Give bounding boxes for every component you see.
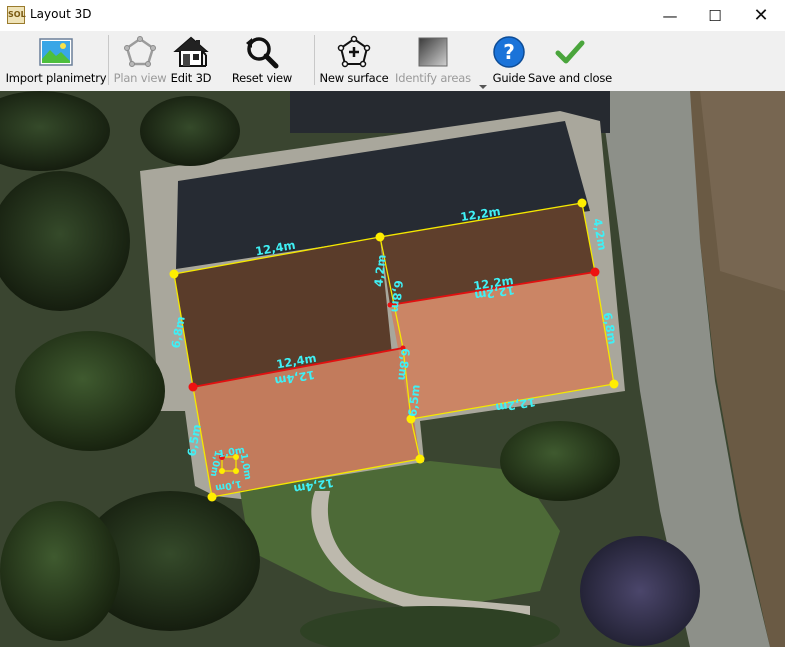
identify-areas-button[interactable]: Identify areas bbox=[395, 31, 471, 89]
toolbar-separator bbox=[108, 35, 109, 85]
checkmark-icon bbox=[552, 34, 588, 70]
edit-3d-label: Edit 3D bbox=[170, 71, 212, 85]
tree bbox=[0, 501, 120, 641]
plan-view-button[interactable]: Plan view bbox=[113, 31, 167, 89]
import-planimetry-label: Import planimetry bbox=[5, 71, 107, 85]
svg-text:?: ? bbox=[503, 40, 515, 64]
tree bbox=[500, 421, 620, 501]
toolbar-separator bbox=[314, 35, 315, 85]
reset-view-button[interactable]: Reset view bbox=[228, 31, 296, 89]
tree bbox=[15, 331, 165, 451]
new-surface-button[interactable]: New surface bbox=[319, 31, 389, 89]
save-and-close-label: Save and close bbox=[528, 71, 612, 85]
minimize-button[interactable]: — bbox=[647, 0, 693, 31]
window-title: Layout 3D bbox=[30, 7, 92, 21]
guide-label: Guide bbox=[492, 71, 526, 85]
tree bbox=[140, 96, 240, 166]
identify-areas-dropdown-icon[interactable] bbox=[479, 85, 487, 89]
aerial-map[interactable]: 12,4m 6,8m 4,2m 12,4m 12,4m 6,5m 6,8m 12… bbox=[0, 91, 785, 647]
polygon-add-icon bbox=[336, 34, 372, 70]
plan-view-label: Plan view bbox=[113, 71, 167, 85]
edit-3d-button[interactable]: Edit 3D bbox=[168, 31, 214, 89]
guide-button[interactable]: ? Guide bbox=[490, 31, 528, 89]
app-logo-icon: SOL bbox=[7, 6, 26, 24]
new-surface-label: New surface bbox=[319, 71, 389, 85]
gradient-square-icon bbox=[415, 34, 451, 70]
image-icon bbox=[38, 34, 74, 70]
tree bbox=[580, 536, 700, 646]
help-icon: ? bbox=[491, 34, 527, 70]
pentagon-icon bbox=[122, 34, 158, 70]
magnifier-reset-icon bbox=[244, 34, 280, 70]
layout-canvas[interactable]: 12,4m 6,8m 4,2m 12,4m 12,4m 6,5m 6,8m 12… bbox=[0, 91, 785, 647]
import-planimetry-button[interactable]: Import planimetry bbox=[5, 31, 107, 89]
title-bar: SOL Layout 3D — ☐ ✕ bbox=[0, 0, 785, 31]
close-button[interactable]: ✕ bbox=[738, 0, 784, 31]
toolbar: Import planimetry Plan view Edit 3D Rese… bbox=[0, 31, 785, 92]
house-icon bbox=[173, 34, 209, 70]
identify-areas-label: Identify areas bbox=[395, 71, 471, 85]
save-and-close-button[interactable]: Save and close bbox=[528, 31, 612, 89]
reset-view-label: Reset view bbox=[231, 71, 293, 85]
maximize-button[interactable]: ☐ bbox=[692, 0, 738, 31]
